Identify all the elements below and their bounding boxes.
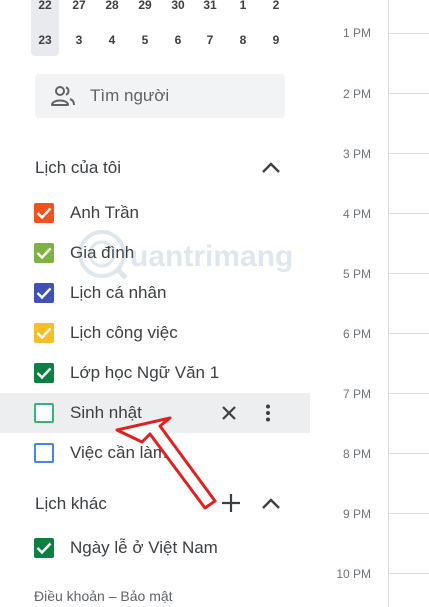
hour-gridline	[389, 333, 429, 334]
calendar-item-label: Gia đình	[70, 243, 135, 262]
time-label: 6 PM	[342, 327, 371, 341]
hour-gridline	[389, 393, 429, 394]
time-label: 4 PM	[342, 207, 371, 221]
time-label: 1 PM	[342, 26, 371, 40]
time-label: 3 PM	[342, 147, 371, 161]
add-calendar-icon[interactable]	[221, 493, 241, 513]
time-label: 7 PM	[342, 387, 371, 401]
checkbox-checked-icon[interactable]	[34, 203, 54, 223]
people-icon	[51, 85, 75, 107]
calendar-item-lop-hoc-ngu-van-1[interactable]: Lớp học Ngữ Văn 1	[0, 353, 310, 393]
calendar-item-label: Anh Trần	[70, 203, 139, 222]
checkbox-checked-icon[interactable]	[34, 243, 54, 263]
calendar-item-label: Lớp học Ngữ Văn 1	[70, 363, 220, 382]
time-label: 2 PM	[342, 87, 371, 101]
calendar-item-anh-tran[interactable]: Anh Trần	[0, 193, 310, 233]
calendar-item-label: Sinh nhật	[70, 403, 142, 422]
mini-calendar-week-row: 22 27 28 29 30 31 1 2	[31, 0, 296, 19]
time-label: 5 PM	[342, 267, 371, 281]
mini-calendar: 22 27 28 29 30 31 1 2 23 3 4 5 6 7 8 9	[31, 0, 296, 58]
time-label: 10 PM	[336, 567, 371, 581]
time-label: 9 PM	[342, 507, 371, 521]
calendar-item-lich-ca-nhan[interactable]: Lịch cá nhân	[0, 273, 310, 313]
hour-gridline	[389, 513, 429, 514]
time-label: 8 PM	[342, 447, 371, 461]
calendar-item-label: Lịch cá nhân	[70, 283, 167, 302]
checkbox-checked-icon[interactable]	[34, 283, 54, 303]
search-people-input[interactable]: Tìm người	[35, 74, 285, 118]
mini-day[interactable]: 23	[29, 27, 61, 54]
checkbox-checked-icon[interactable]	[34, 363, 54, 383]
checkbox-checked-icon[interactable]	[34, 323, 54, 343]
checkbox-unchecked-icon[interactable]	[34, 403, 54, 423]
more-vert-icon[interactable]	[259, 404, 277, 422]
checkbox-unchecked-icon[interactable]	[34, 443, 54, 463]
mini-day[interactable]: 1	[227, 0, 259, 19]
hour-gridline	[389, 573, 429, 574]
hour-gridline	[389, 273, 429, 274]
calendar-item-viec-can-lam[interactable]: Việc cần làm	[0, 433, 310, 473]
mini-calendar-week-row: 23 3 4 5 6 7 8 9	[31, 27, 296, 54]
mini-day[interactable]: 9	[260, 27, 292, 54]
mini-day[interactable]: 6	[162, 27, 194, 54]
hour-gridline	[389, 453, 429, 454]
calendar-item-lich-cong-viec[interactable]: Lịch công việc	[0, 313, 310, 353]
day-column-divider	[388, 0, 389, 607]
hour-gridline	[389, 33, 429, 34]
hour-gridline	[389, 153, 429, 154]
calendar-item-label: Lịch công việc	[70, 323, 178, 342]
mini-day[interactable]: 4	[96, 27, 128, 54]
terms-privacy-link[interactable]: Điều khoản – Bảo mật	[34, 588, 173, 604]
close-icon[interactable]	[220, 404, 238, 422]
hour-gridline	[389, 93, 429, 94]
mini-day[interactable]: 2	[260, 0, 292, 19]
mini-day[interactable]: 29	[129, 0, 161, 19]
mini-day[interactable]: 28	[96, 0, 128, 19]
calendar-item-sinh-nhat[interactable]: Sinh nhật	[0, 393, 310, 433]
mini-day[interactable]: 27	[63, 0, 95, 19]
mini-day[interactable]: 31	[194, 0, 226, 19]
mini-day[interactable]: 7	[194, 27, 226, 54]
mini-day[interactable]: 22	[29, 0, 61, 19]
calendar-item-ngay-le-viet-nam[interactable]: Ngày lễ ở Việt Nam	[0, 528, 310, 568]
mini-day[interactable]: 5	[129, 27, 161, 54]
chevron-up-icon[interactable]	[260, 496, 282, 512]
calendar-item-gia-dinh[interactable]: Gia đình	[0, 233, 310, 273]
hour-gridline	[389, 213, 429, 214]
mini-day[interactable]: 3	[63, 27, 95, 54]
mini-day[interactable]: 8	[227, 27, 259, 54]
other-calendars-title[interactable]: Lịch khác	[35, 494, 107, 514]
mini-day[interactable]: 30	[162, 0, 194, 19]
search-people-placeholder: Tìm người	[90, 86, 170, 105]
calendar-item-label: Ngày lễ ở Việt Nam	[70, 538, 218, 557]
calendar-item-label: Việc cần làm	[70, 443, 168, 462]
my-calendars-title[interactable]: Lịch của tôi	[35, 158, 121, 178]
chevron-up-icon[interactable]	[260, 160, 282, 176]
checkbox-checked-icon[interactable]	[34, 538, 54, 558]
